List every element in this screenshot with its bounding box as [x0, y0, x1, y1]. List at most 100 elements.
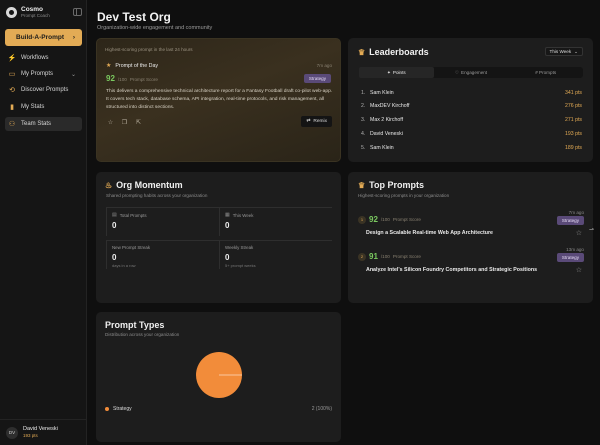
legend-swatch [105, 407, 109, 411]
org-momentum-card: ♨ Org Momentum Shared prompting habits a… [96, 172, 341, 303]
member-name: Sam Klein [370, 145, 394, 151]
org-momentum-title: ♨ Org Momentum [105, 180, 183, 190]
legend-label: Strategy [113, 406, 132, 412]
share-icon[interactable]: ⇱ [134, 118, 143, 127]
stat-value: 0 [225, 253, 230, 262]
stat-label: This Week [232, 212, 254, 218]
star-icon[interactable]: ☆ [576, 266, 582, 274]
potd-age: 7m ago [316, 63, 332, 68]
stat-weekly-streak: Weekly Streak 0 5+ prompt weeks [219, 240, 332, 269]
prompt-score: 1 92 /100 Prompt Score [358, 215, 421, 224]
brand[interactable]: Cosmo Prompt Coach [6, 6, 50, 19]
sidebar-item-label: My Stats [21, 104, 45, 110]
stat-value: 0 [225, 221, 230, 230]
calendar-icon: ▦ [225, 212, 230, 218]
leaderboard-row[interactable]: 2. MaxDEV Kirchoff 276 pts [361, 102, 582, 110]
tab-label: # Prompts [535, 70, 557, 75]
rank: 5. [361, 145, 366, 151]
org-momentum-subtitle: Shared prompting habits across your orga… [106, 193, 208, 198]
sidebar-item-my-prompts[interactable]: ▭ My Prompts ⌄ [5, 67, 82, 81]
chart-icon: ▮ [10, 104, 14, 111]
score-value: 92 [106, 74, 115, 83]
star-icon[interactable]: ☆ [576, 229, 582, 237]
member-points: 189 pts [564, 145, 582, 151]
stat-label: Total Prompts [119, 212, 147, 218]
member-name: Max 2 Kirchoff [370, 117, 404, 123]
compass-icon: ⟲ [9, 87, 15, 94]
tab-prompts[interactable]: # Prompts [508, 67, 583, 78]
rank: 3. [361, 117, 366, 123]
user-points: 193 pts [23, 433, 38, 438]
tab-points[interactable]: ✦ Points [359, 67, 434, 78]
tab-label: Engagement [461, 70, 488, 75]
leaderboards-title-text: Leaderboards [369, 47, 429, 57]
rank: 2. [361, 103, 366, 109]
brand-name: Cosmo [21, 6, 44, 13]
folder-icon: ▭ [8, 71, 16, 78]
leaderboard-row[interactable]: 3. Max 2 Kirchoff 271 pts [361, 116, 582, 124]
potd-actions: ☆ ❐ ⇱ [106, 118, 148, 127]
score-max: /100 [380, 254, 390, 259]
prompt-of-the-day-card[interactable]: Highest-scoring prompt in the last 24 ho… [96, 38, 341, 162]
trophy-icon: ♛ [358, 47, 366, 57]
top-prompts-title: ♛ Top Prompts [358, 180, 424, 190]
member-name: MaxDEV Kirchoff [370, 103, 410, 109]
workflow-icon: ⚡ [7, 55, 17, 62]
page-title: Dev Test Org [97, 10, 171, 24]
stat-label: Weekly Streak [225, 245, 254, 250]
sidebar-item-workflows[interactable]: ⚡ Workflows [5, 51, 82, 65]
prompt-types-subtitle: Distribution across your organization [105, 332, 180, 337]
rank: 1. [361, 90, 366, 96]
tab-engagement[interactable]: ♡ Engagement [434, 67, 509, 78]
feedback-icon[interactable]: ⇀ [589, 226, 594, 233]
stat-value: 0 [112, 221, 117, 230]
category-tag: Strategy [556, 253, 584, 262]
leaderboard-row[interactable]: 4. David Veneski 193 pts [361, 130, 582, 138]
sidebar-item-team-stats[interactable]: ⚇ Team Stats [5, 117, 82, 131]
prompt-types-pie-chart [196, 352, 242, 398]
sidebar: Cosmo Prompt Coach Build-A-Prompt › ⚡ Wo… [0, 0, 87, 445]
trophy-icon: ♛ [358, 180, 366, 190]
remix-button[interactable]: ⇄ Remix [301, 116, 332, 127]
potd-label-text: Prompt of the Day [115, 62, 159, 69]
stat-this-week: ▦ This Week 0 [219, 207, 332, 236]
prompt-types-title: Prompt Types [105, 320, 165, 330]
top-prompts-subtitle: Highest-scoring prompts in your organiza… [358, 193, 450, 198]
top-prompt-item[interactable]: 7m ago 1 92 /100 Prompt Score Strategy D… [358, 210, 584, 240]
copy-icon[interactable]: ❐ [120, 118, 129, 127]
user-profile[interactable]: DV David Veneski 193 pts [0, 419, 87, 445]
org-momentum-title-text: Org Momentum [116, 180, 183, 190]
flame-icon: ♨ [105, 180, 113, 190]
trophy-icon: ★ [106, 63, 112, 69]
chevron-down-icon[interactable]: ⌄ [71, 71, 76, 78]
sidebar-item-discover-prompts[interactable]: ⟲ Discover Prompts [5, 83, 82, 97]
stat-sub: days in a row [112, 263, 136, 268]
leaderboard-tabs: ✦ Points ♡ Engagement # Prompts [359, 67, 583, 78]
leaderboard-row[interactable]: 5. Sam Klein 189 pts [361, 144, 582, 152]
document-icon: ▤ [112, 212, 117, 218]
score-max: /100 [380, 217, 390, 222]
prompt-types-card: Prompt Types Distribution across your or… [96, 312, 341, 442]
legend-value: 2 (100%) [311, 406, 332, 412]
sidebar-item-label: Discover Prompts [21, 87, 69, 93]
member-points: 271 pts [564, 117, 582, 123]
member-points: 276 pts [564, 103, 582, 109]
prompt-age: 7m ago [568, 210, 584, 215]
score-label: Prompt Score [392, 254, 421, 259]
sidebar-item-label: Team Stats [21, 121, 52, 127]
leaderboard-row[interactable]: 1. Sam Klein 341 pts [361, 89, 582, 97]
build-a-prompt-button[interactable]: Build-A-Prompt › [5, 29, 82, 46]
chevron-down-icon: ⌄ [574, 48, 578, 54]
leaderboards-title: ♛ Leaderboards [358, 47, 429, 57]
score-label: Prompt Score [392, 217, 421, 222]
users-icon: ⚇ [8, 121, 16, 128]
tab-label: Points [392, 70, 406, 75]
period-select[interactable]: This Week ⌄ [544, 47, 583, 56]
period-value: This Week [549, 49, 572, 54]
top-prompt-item[interactable]: 13m ago 2 91 /100 Prompt Score Strategy … [358, 247, 584, 277]
sidebar-item-my-stats[interactable]: ▮ My Stats [5, 100, 82, 114]
user-name: David Veneski [23, 426, 58, 432]
prompt-score: 2 91 /100 Prompt Score [358, 252, 421, 261]
star-icon[interactable]: ☆ [106, 118, 115, 127]
sidebar-toggle-icon[interactable] [73, 8, 82, 16]
